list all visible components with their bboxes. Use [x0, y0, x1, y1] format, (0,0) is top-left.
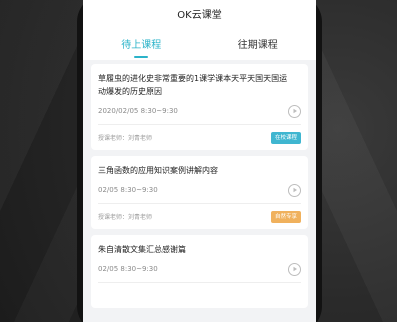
- app-screen: OK云课堂 待上课程 往期课程 草履虫的进化史非常重要的1课学课本天平天国天国运…: [83, 0, 316, 322]
- play-icon: [293, 187, 297, 193]
- play-button[interactable]: [288, 262, 301, 276]
- play-button[interactable]: [288, 104, 301, 118]
- app-title: OK云课堂: [83, 0, 316, 27]
- course-time: 2020/02/05 8:30~9:30: [98, 107, 178, 115]
- course-title: 朱自清散文集汇总感谢篇: [98, 245, 186, 254]
- course-time-row: 2020/02/05 8:30~9:30: [98, 103, 301, 119]
- course-footer: 授课老师：刘青老师 在校课程: [98, 124, 301, 150]
- course-card[interactable]: 草履虫的进化史非常重要的1课学课本天平天国天国运动爆发的历史原因 2020/02…: [91, 64, 308, 150]
- play-button[interactable]: [288, 183, 301, 197]
- teacher-name: 授课老师：刘青老师: [98, 135, 153, 142]
- course-time-row: 02/05 8:30~9:30: [98, 261, 301, 277]
- course-title: 三角函数的应用知识案例讲解内容: [98, 166, 218, 175]
- course-card[interactable]: 朱自清散文集汇总感谢篇 02/05 8:30~9:30: [91, 235, 308, 308]
- course-time: 02/05 8:30~9:30: [98, 186, 158, 194]
- course-footer: [98, 282, 301, 308]
- play-icon: [293, 266, 297, 272]
- teacher-name: 授课老师：刘青老师: [98, 214, 153, 221]
- tab-bar: 待上课程 往期课程: [83, 27, 316, 60]
- play-icon: [293, 108, 297, 114]
- tab-past-courses[interactable]: 往期课程: [200, 27, 317, 60]
- course-time-row: 02/05 8:30~9:30: [98, 182, 301, 198]
- course-footer: 授课老师：刘青老师 自然专享: [98, 203, 301, 229]
- course-type-badge: 在校课程: [270, 131, 301, 144]
- course-card[interactable]: 三角函数的应用知识案例讲解内容 02/05 8:30~9:30 授课老师：刘青老…: [91, 156, 308, 229]
- tab-upcoming-courses[interactable]: 待上课程: [83, 27, 200, 60]
- course-type-badge: 自然专享: [270, 210, 301, 223]
- course-time: 02/05 8:30~9:30: [98, 265, 158, 273]
- course-title: 草履虫的进化史非常重要的1课学课本天平天国天国运动爆发的历史原因: [98, 74, 288, 96]
- course-list: 草履虫的进化史非常重要的1课学课本天平天国天国运动爆发的历史原因 2020/02…: [83, 60, 316, 308]
